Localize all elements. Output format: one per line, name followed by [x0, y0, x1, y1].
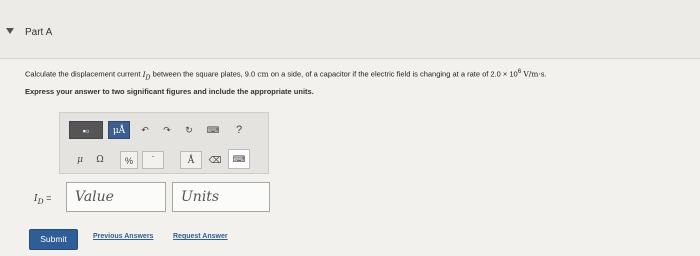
answer-label: ID =	[34, 193, 52, 206]
question-exponent: 6	[517, 68, 522, 75]
angstrom-button[interactable]: Å	[180, 151, 202, 169]
keyboard-toggle-icon[interactable]: ⌨	[228, 149, 250, 169]
part-header[interactable]: Part A	[0, 0, 700, 59]
question-mid: between the square plates, 9.0	[150, 69, 256, 79]
question-intro: Calculate the displacement current	[25, 69, 141, 79]
undo-icon[interactable]: ↶	[138, 121, 152, 139]
units-palette-button[interactable]: μÅ	[108, 121, 130, 139]
math-toolbar: ▪▫ μÅ ↶ ↷ ↻ ⌨ ? μ Ω % · Å ⌫ ⌨	[59, 112, 269, 174]
templates-button[interactable]: ▪▫	[69, 121, 103, 139]
question-end: .	[544, 69, 547, 79]
micro-symbol-button[interactable]: μ	[73, 151, 87, 169]
previous-answers-link[interactable]: Previous Answers	[93, 233, 153, 240]
submit-button[interactable]: Submit	[29, 229, 78, 250]
keyboard-icon[interactable]: ⌨	[204, 121, 222, 139]
value-input[interactable]: Value	[66, 182, 166, 212]
question-text: Calculate the displacement current ID be…	[25, 68, 695, 81]
help-icon[interactable]: ?	[232, 121, 246, 139]
redo-icon[interactable]: ↷	[160, 121, 174, 139]
question-rate-unit: V/m·s	[523, 69, 545, 79]
question-rest: on a side, of a capacitor if the electri…	[268, 69, 518, 79]
ohm-symbol-button[interactable]: Ω	[93, 151, 107, 169]
collapse-caret-icon[interactable]	[6, 28, 14, 34]
reset-icon[interactable]: ↻	[182, 121, 196, 139]
question-symbol: ID	[142, 69, 151, 82]
multiply-dot-button[interactable]: ·	[142, 151, 164, 169]
percent-button[interactable]: %	[120, 151, 138, 169]
part-title: Part A	[25, 27, 53, 38]
question-side-unit: cm	[257, 69, 269, 79]
request-answer-link[interactable]: Request Answer	[173, 233, 228, 240]
page: Part A Calculate the displacement curren…	[0, 0, 700, 256]
delete-icon[interactable]: ⌫	[208, 151, 222, 169]
units-input[interactable]: Units	[172, 182, 270, 212]
answer-instruction: Express your answer to two significant f…	[25, 87, 314, 96]
